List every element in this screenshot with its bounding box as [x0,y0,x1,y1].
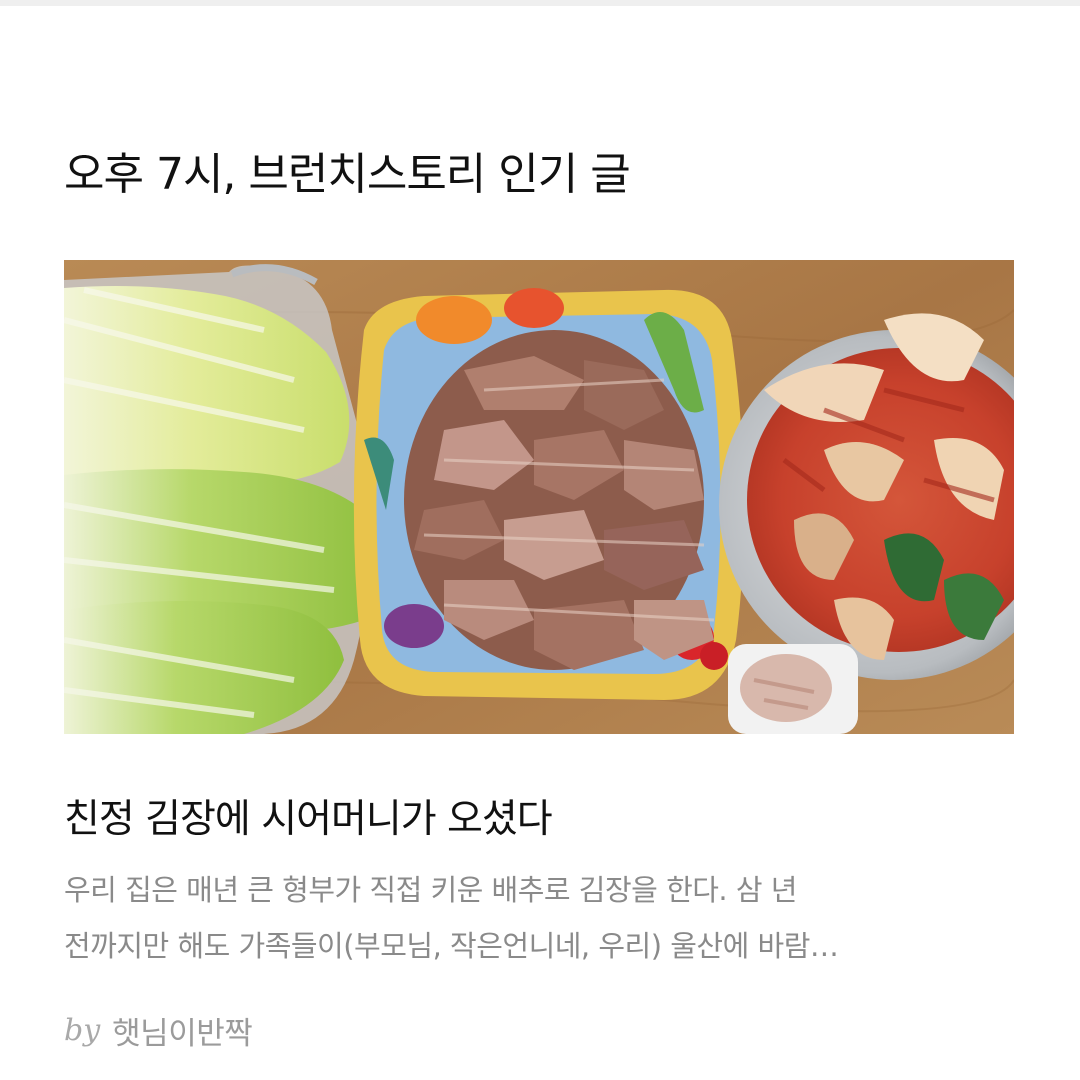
author-byline: by 햇님이반짝 [64,1004,253,1056]
excerpt-line: 우리 집은 매년 큰 형부가 직접 키운 배추로 김장을 한다. 삼 년 [64,873,797,907]
article-title[interactable]: 친정 김장에 시어머니가 오셨다 [64,790,553,850]
author-name[interactable]: 햇님이반짝 [112,1008,253,1053]
excerpt-line: 전까지만 해도 가족들이(부모님, 작은언니네, 우리) 울산에 바람… [64,929,839,963]
byline-prefix: by [64,1012,101,1048]
thumbnail-illustration [64,260,1014,734]
article-excerpt: 우리 집은 매년 큰 형부가 직접 키운 배추로 김장을 한다. 삼 년 전까지… [64,862,1014,974]
article-card[interactable]: 친정 김장에 시어머니가 오셨다 우리 집은 매년 큰 형부가 직접 키운 배추… [0,0,1080,1080]
article-thumbnail[interactable] [64,260,1014,734]
